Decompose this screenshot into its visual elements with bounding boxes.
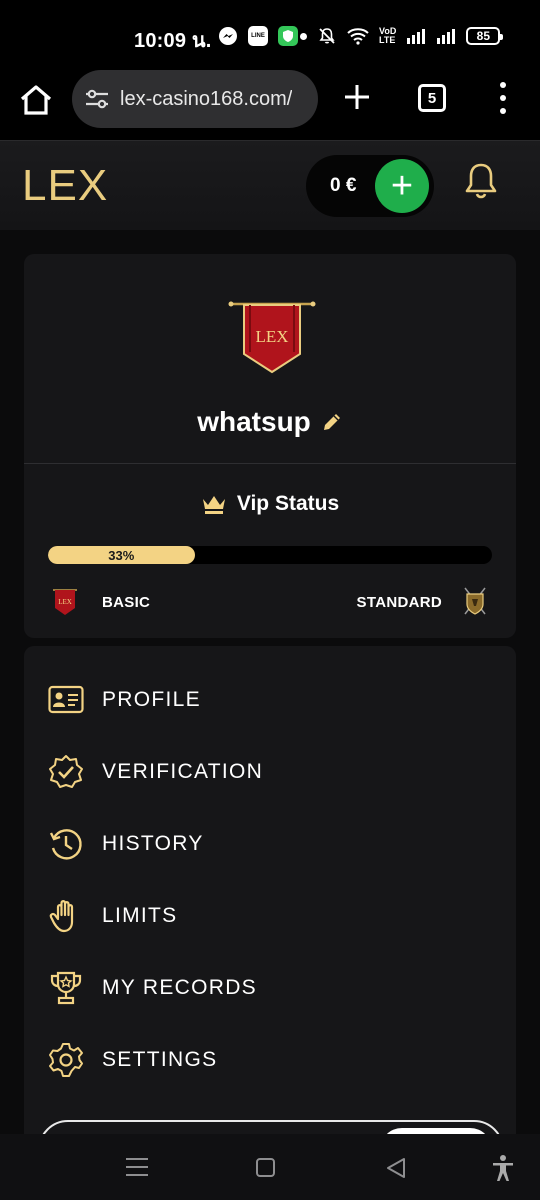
browser-toolbar: lex-casino168.com/ 5	[0, 70, 540, 140]
tab-switcher-button[interactable]: 5	[418, 84, 446, 112]
address-bar[interactable]: lex-casino168.com/	[72, 70, 318, 128]
accessibility-icon[interactable]	[490, 1154, 516, 1182]
verified-badge-icon	[49, 755, 83, 788]
wallet-balance[interactable]: 0 € +	[306, 155, 434, 217]
next-level-label: STANDARD	[356, 593, 442, 611]
menu-item-history[interactable]: HISTORY	[24, 814, 516, 874]
signal-1-icon	[407, 29, 426, 44]
menu-label: SETTINGS	[102, 1048, 218, 1071]
new-tab-icon[interactable]	[342, 82, 372, 112]
menu-item-my-records[interactable]: MY RECORDS	[24, 958, 516, 1018]
menu-item-limits[interactable]: LIMITS	[24, 886, 516, 946]
notification-bell-icon[interactable]	[462, 161, 500, 201]
menu-label: VERIFICATION	[102, 760, 264, 783]
system-navigation-bar	[0, 1134, 540, 1200]
level-banner-icon: LEX	[228, 301, 316, 374]
username-row: whatsup	[24, 406, 516, 438]
system-icons: VoD LTE 85	[300, 24, 504, 48]
mute-bell-icon	[319, 28, 335, 44]
pencil-edit-icon[interactable]	[321, 411, 343, 433]
line-app-icon: LINE	[248, 26, 268, 46]
site-header: LEX 0 € +	[0, 140, 540, 230]
vip-status-heading: Vip Status	[24, 492, 516, 516]
status-time: 10:09 น.	[134, 30, 212, 52]
vip-status-label: Vip Status	[236, 492, 340, 515]
trophy-icon	[50, 971, 82, 1005]
gear-icon	[49, 1043, 83, 1077]
hand-icon	[49, 900, 74, 933]
history-icon	[49, 829, 82, 860]
menu-label: LIMITS	[102, 904, 178, 927]
recent-apps-icon[interactable]	[126, 1158, 148, 1176]
site-settings-icon[interactable]	[84, 86, 110, 112]
messenger-icon	[219, 27, 237, 45]
next-level: STANDARD	[357, 586, 488, 618]
card-divider	[24, 463, 516, 464]
wifi-icon	[347, 28, 369, 45]
site-logo[interactable]: LEX	[22, 161, 108, 211]
account-menu: PROFILE VERIFICATION HISTORY LIMITS MY R…	[24, 646, 516, 1146]
back-icon[interactable]	[384, 1156, 408, 1180]
menu-label: HISTORY	[102, 832, 204, 855]
profile-card: LEX whatsup Vip Status 33% LEX BASIC STA…	[24, 254, 516, 638]
menu-item-settings[interactable]: SETTINGS	[24, 1030, 516, 1090]
svg-text:LEX: LEX	[58, 598, 72, 606]
signal-2-icon	[437, 29, 456, 44]
home-icon[interactable]	[18, 82, 54, 118]
more-menu-icon[interactable]	[496, 82, 510, 114]
deposit-button[interactable]: +	[375, 159, 429, 213]
id-card-icon	[48, 685, 84, 714]
menu-item-verification[interactable]: VERIFICATION	[24, 742, 516, 802]
current-level: LEX BASIC	[52, 588, 150, 616]
svg-text:LEX: LEX	[255, 327, 288, 346]
standard-level-shield-icon	[464, 587, 486, 615]
balance-amount: 0 €	[330, 175, 357, 196]
vip-progress-fill: 33%	[48, 546, 195, 564]
volte-indicator: VoD LTE	[379, 26, 397, 45]
url-text[interactable]: lex-casino168.com/	[120, 88, 292, 111]
menu-label: MY RECORDS	[102, 976, 257, 999]
basic-level-banner-icon: LEX	[53, 589, 77, 615]
status-bar: 10:09 น. LINE VoD LTE 85	[0, 0, 540, 70]
vpn-shield-icon	[278, 26, 298, 46]
crown-icon	[202, 496, 225, 514]
vip-progress-bar: 33%	[48, 546, 492, 564]
menu-label: PROFILE	[102, 688, 201, 711]
current-level-label: BASIC	[102, 593, 151, 611]
menu-item-profile[interactable]: PROFILE	[24, 670, 516, 730]
notification-icons: LINE	[218, 24, 298, 48]
battery-icon: 85	[466, 27, 504, 45]
home-nav-icon[interactable]	[256, 1158, 275, 1177]
username: whatsup	[197, 406, 311, 437]
notification-dot-icon	[300, 32, 307, 40]
